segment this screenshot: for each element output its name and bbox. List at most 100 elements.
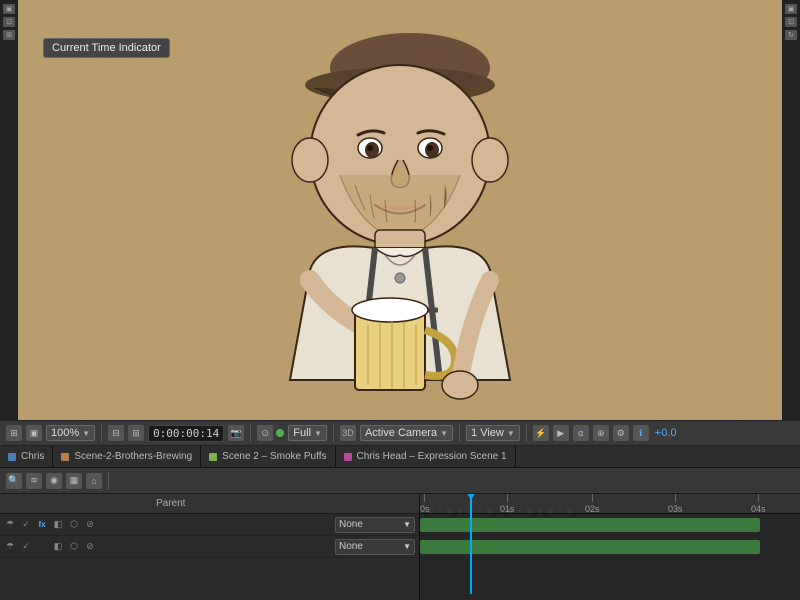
timecode[interactable]: 0:00:00:14 xyxy=(148,425,224,442)
camera-value: Active Camera xyxy=(365,427,437,439)
tab-chrishead-label: Chris Head – Expression Scene 1 xyxy=(357,451,507,462)
layer1-select-arrow: ▼ xyxy=(403,520,411,529)
cti-head xyxy=(465,494,477,500)
layer2-parent-select[interactable]: None ▼ xyxy=(335,539,415,555)
quality-value: Full xyxy=(293,427,311,439)
ruler-tick-03s xyxy=(675,494,676,502)
right-panel-icon-1[interactable]: ▣ xyxy=(785,4,797,14)
left-panel-icon-1[interactable]: ▣ xyxy=(3,4,15,14)
left-panel-icon-2[interactable]: ⊡ xyxy=(3,17,15,27)
layer-row-2: ☂ ✓ ◧ ⬡ ⊘ None ▼ xyxy=(0,536,419,558)
illustration xyxy=(0,0,800,420)
ruler-tick-0s xyxy=(424,494,425,502)
layer1-check-icon[interactable]: ✓ xyxy=(20,519,32,531)
tab-chris-dot xyxy=(8,453,16,461)
layer2-3d-icon[interactable]: ⬡ xyxy=(68,541,80,553)
layer1-umbrella-icon[interactable]: ☂ xyxy=(4,519,16,531)
layer2-check-icon[interactable]: ✓ xyxy=(20,541,32,553)
right-panel: ▣ ⊡ ↻ xyxy=(782,0,800,420)
zoom-dropdown[interactable]: 100% ▼ xyxy=(46,425,95,441)
left-panel-icon-3[interactable]: ⊞ xyxy=(3,30,15,40)
quality-arrow: ▼ xyxy=(314,429,322,438)
camera-dropdown[interactable]: Active Camera ▼ xyxy=(360,425,453,441)
layer2-umbrella-icon[interactable]: ☂ xyxy=(4,541,16,553)
grid2-icon[interactable]: ⊞ xyxy=(128,425,144,441)
tab-scene2brothers-label: Scene-2-Brothers-Brewing xyxy=(74,451,192,462)
layer1-3d-icon[interactable]: ⬡ xyxy=(68,519,80,531)
sep-5 xyxy=(526,424,527,442)
tab-scene2smoke[interactable]: Scene 2 – Smoke Puffs xyxy=(201,446,335,467)
layer2-quality-icon[interactable]: ⊘ xyxy=(84,541,96,553)
current-time-indicator[interactable] xyxy=(470,494,472,594)
timeline-parent-label: Parent xyxy=(156,498,185,509)
layer2-parent-value: None xyxy=(339,541,363,552)
camera-snap-icon[interactable]: 📷 xyxy=(228,425,244,441)
tab-scene2smoke-label: Scene 2 – Smoke Puffs xyxy=(222,451,326,462)
left-panel: ▣ ⊡ ⊞ xyxy=(0,0,18,420)
display-icon[interactable]: ▣ xyxy=(26,425,42,441)
alpha-icon[interactable]: α xyxy=(573,425,589,441)
view-value: 1 View xyxy=(471,427,504,439)
timeline-solo-icon[interactable]: ◉ xyxy=(46,473,62,489)
fast-preview-icon[interactable]: ⚡ xyxy=(533,425,549,441)
comp-tabs: Chris Scene-2-Brothers-Brewing Scene 2 –… xyxy=(0,446,800,468)
track-row-2 xyxy=(420,536,800,558)
channel-icon[interactable]: ⊙ xyxy=(257,425,273,441)
3d-icon[interactable]: 3D xyxy=(340,425,356,441)
timeline-draft-icon[interactable]: ⌂ xyxy=(86,473,102,489)
viewport: ▣ ⊡ ⊞ ▣ ⊡ ↻ xyxy=(0,0,800,420)
ruler-label-04s: 04s xyxy=(751,504,766,514)
ruler-label-01s: 01s xyxy=(500,504,515,514)
resolution-icon[interactable]: ⊟ xyxy=(108,425,124,441)
layer2-fx-icon[interactable] xyxy=(36,541,48,553)
timeline-sep xyxy=(108,472,109,490)
layer1-quality-icon[interactable]: ⊘ xyxy=(84,519,96,531)
layer2-select-arrow: ▼ xyxy=(403,542,411,551)
view-dropdown[interactable]: 1 View ▼ xyxy=(466,425,520,441)
timeline-tracks xyxy=(420,514,800,600)
right-panel-icon-2[interactable]: ⊡ xyxy=(785,17,797,27)
minor-ticks xyxy=(420,494,800,513)
delta-value: +0.0 xyxy=(653,427,679,439)
timeline-toolbar: 🔍 ≋ ◉ ▦ ⌂ xyxy=(0,468,800,494)
sep-3 xyxy=(333,424,334,442)
info-icon[interactable]: ℹ xyxy=(633,425,649,441)
ruler-mark-04s: 04s xyxy=(751,494,766,514)
timeline-motion-blur-icon[interactable]: ≋ xyxy=(26,473,42,489)
render-icon[interactable]: ▶ xyxy=(553,425,569,441)
zoom-arrow: ▼ xyxy=(82,429,90,438)
ruler-label-03s: 03s xyxy=(668,504,683,514)
tab-scene2brothers[interactable]: Scene-2-Brothers-Brewing xyxy=(53,446,201,467)
timeline-ruler: 0s 01s 02s 03s 04s xyxy=(420,494,800,514)
sync-icon[interactable]: ⊕ xyxy=(593,425,609,441)
grid-icon[interactable]: ⊞ xyxy=(6,425,22,441)
ruler-mark-02s: 02s xyxy=(585,494,600,514)
timeline-area: 🔍 ≋ ◉ ▦ ⌂ Parent ☂ ✓ fx ◧ ⬡ ⊘ None xyxy=(0,468,800,600)
tab-chrishead[interactable]: Chris Head – Expression Scene 1 xyxy=(336,446,516,467)
layer2-color-icon[interactable]: ◧ xyxy=(52,541,64,553)
zoom-value: 100% xyxy=(51,427,79,439)
view-arrow: ▼ xyxy=(507,429,515,438)
timeline-search-icon[interactable]: 🔍 xyxy=(6,473,22,489)
right-panel-icon-3[interactable]: ↻ xyxy=(785,30,797,40)
tab-chrishead-dot xyxy=(344,453,352,461)
layer1-parent-value: None xyxy=(339,519,363,530)
ruler-tick-04s xyxy=(758,494,759,502)
tab-chris[interactable]: Chris xyxy=(0,446,53,467)
quality-dropdown[interactable]: Full ▼ xyxy=(288,425,327,441)
green-indicator xyxy=(276,429,284,437)
timeline-layers: Parent ☂ ✓ fx ◧ ⬡ ⊘ None ▼ ☂ ✓ xyxy=(0,494,420,600)
toolbar: ⊞ ▣ 100% ▼ ⊟ ⊞ 0:00:00:14 📷 ⊙ Full ▼ 3D … xyxy=(0,420,800,446)
layer1-fx-icon[interactable]: fx xyxy=(36,519,48,531)
layer1-color-icon[interactable]: ◧ xyxy=(52,519,64,531)
timeline-queue-icon[interactable]: ▦ xyxy=(66,473,82,489)
layer-row-1: ☂ ✓ fx ◧ ⬡ ⊘ None ▼ xyxy=(0,514,419,536)
tab-chris-label: Chris xyxy=(21,451,44,462)
settings-icon[interactable]: ⚙ xyxy=(613,425,629,441)
ruler-label-02s: 02s xyxy=(585,504,600,514)
sep-2 xyxy=(250,424,251,442)
ruler-tick-01s xyxy=(507,494,508,502)
layer1-parent-select[interactable]: None ▼ xyxy=(335,517,415,533)
ruler-tick-02s xyxy=(592,494,593,502)
camera-arrow: ▼ xyxy=(440,429,448,438)
